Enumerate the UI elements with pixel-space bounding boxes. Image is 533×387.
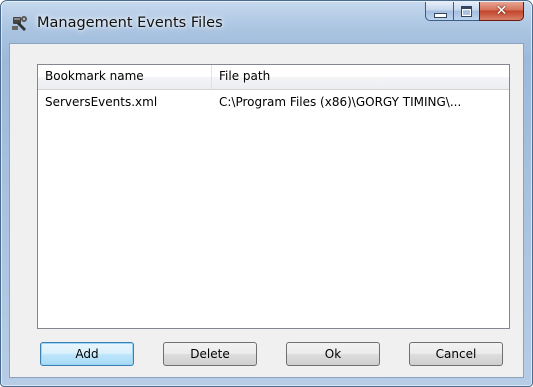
minimize-button[interactable]: [425, 2, 453, 21]
cancel-button[interactable]: Cancel: [409, 342, 503, 366]
close-button[interactable]: ✕: [479, 2, 524, 21]
bookmark-list[interactable]: Bookmark name File path ServersEvents.xm…: [37, 64, 510, 329]
minimize-icon: [434, 13, 447, 18]
bookmark-name-cell: ServersEvents.xml: [45, 95, 158, 109]
dialog-client-area: Bookmark name File path ServersEvents.xm…: [9, 43, 524, 378]
delete-button[interactable]: Delete: [163, 342, 257, 366]
file-path-cell: C:\Program Files (x86)\GORGY TIMING\...: [219, 95, 462, 109]
caption-buttons: ✕: [425, 2, 524, 22]
list-header: Bookmark name File path: [38, 65, 509, 90]
column-header-bookmark-name[interactable]: Bookmark name: [38, 65, 212, 89]
management-events-files-window: Management Events Files ✕ Bookmark name …: [0, 0, 533, 387]
window-title: Management Events Files: [37, 15, 223, 31]
title-bar[interactable]: Management Events Files ✕: [1, 1, 532, 43]
ok-button[interactable]: Ok: [286, 342, 380, 366]
list-item[interactable]: ServersEvents.xml C:\Program Files (x86)…: [38, 93, 509, 111]
app-tool-icon: [11, 14, 29, 32]
close-icon: ✕: [495, 3, 508, 19]
add-button[interactable]: Add: [40, 342, 134, 366]
maximize-icon: [461, 6, 472, 17]
column-header-file-path[interactable]: File path: [212, 65, 510, 89]
maximize-button[interactable]: [453, 2, 479, 21]
